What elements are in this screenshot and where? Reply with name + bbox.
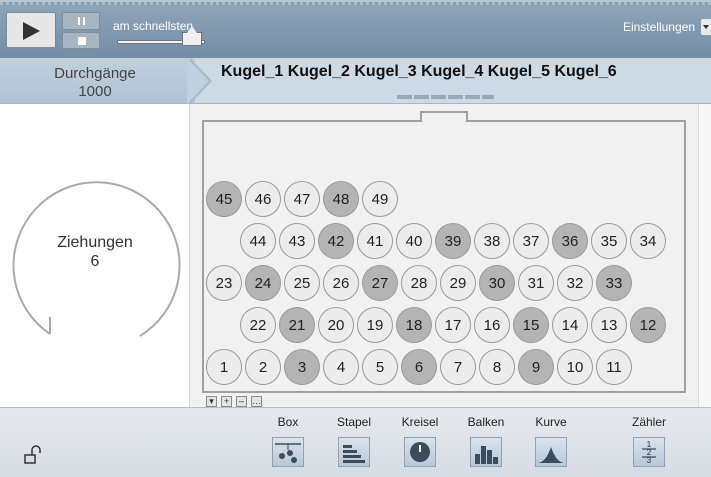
ball-37[interactable]: 37 bbox=[513, 223, 549, 259]
chevron-down-icon[interactable] bbox=[701, 19, 711, 35]
ball-15[interactable]: 15 bbox=[513, 307, 549, 343]
runs-counter: Durchgänge 1000 bbox=[0, 58, 195, 103]
ball-31[interactable]: 31 bbox=[518, 265, 554, 301]
play-icon bbox=[23, 22, 40, 40]
draws-panel: Ziehungen 6 bbox=[0, 104, 190, 407]
stack-icon[interactable] bbox=[338, 437, 370, 467]
ball-13[interactable]: 13 bbox=[591, 307, 627, 343]
ball-20[interactable]: 20 bbox=[318, 307, 354, 343]
tool-label-zähler: Zähler bbox=[631, 415, 666, 429]
ball-22[interactable]: 22 bbox=[240, 307, 276, 343]
ball-35[interactable]: 35 bbox=[591, 223, 627, 259]
ball-46[interactable]: 46 bbox=[245, 181, 281, 217]
ball-12[interactable]: 12 bbox=[630, 307, 666, 343]
ball-30[interactable]: 30 bbox=[479, 265, 515, 301]
header-strip: Durchgänge 1000 Kugel_1 Kugel_2 Kugel_3 … bbox=[0, 58, 711, 104]
ball-34[interactable]: 34 bbox=[630, 223, 666, 259]
draws-label: Ziehungen bbox=[57, 234, 133, 251]
ball-28[interactable]: 28 bbox=[401, 265, 437, 301]
tool-label-box: Box bbox=[277, 415, 299, 429]
ball-6[interactable]: 6 bbox=[401, 349, 437, 385]
runs-value: 1000 bbox=[78, 83, 112, 100]
tool-label-stapel: Stapel bbox=[336, 415, 372, 429]
ball-9[interactable]: 9 bbox=[518, 349, 554, 385]
ball-43[interactable]: 43 bbox=[279, 223, 315, 259]
ball-32[interactable]: 32 bbox=[557, 265, 593, 301]
ball-2[interactable]: 2 bbox=[245, 349, 281, 385]
ball-24[interactable]: 24 bbox=[245, 265, 281, 301]
ball-36[interactable]: 36 bbox=[552, 223, 588, 259]
ball-33[interactable]: 33 bbox=[596, 265, 632, 301]
ball-45[interactable]: 45 bbox=[206, 181, 242, 217]
counter-icon[interactable]: 123 bbox=[633, 437, 665, 467]
tool-label-balken: Balken bbox=[467, 415, 505, 429]
ball-47[interactable]: 47 bbox=[284, 181, 320, 217]
lock-icon[interactable] bbox=[24, 445, 42, 467]
ball-39[interactable]: 39 bbox=[435, 223, 471, 259]
ball-14[interactable]: 14 bbox=[552, 307, 588, 343]
pause-button[interactable] bbox=[62, 12, 100, 30]
zoom-out-button[interactable]: – bbox=[236, 396, 247, 407]
ball-29[interactable]: 29 bbox=[440, 265, 476, 301]
ball-names: Kugel_1 Kugel_2 Kugel_3 Kugel_4 Kugel_5 … bbox=[221, 63, 617, 80]
tool-label-kreisel: Kreisel bbox=[401, 415, 439, 429]
ball-4[interactable]: 4 bbox=[323, 349, 359, 385]
stop-button[interactable] bbox=[62, 32, 100, 49]
play-button[interactable] bbox=[6, 12, 56, 48]
ball-49[interactable]: 49 bbox=[362, 181, 398, 217]
ball-27[interactable]: 27 bbox=[362, 265, 398, 301]
settings-menu[interactable]: Einstellungen bbox=[623, 20, 695, 34]
ball-17[interactable]: 17 bbox=[435, 307, 471, 343]
ball-38[interactable]: 38 bbox=[474, 223, 510, 259]
ball-21[interactable]: 21 bbox=[279, 307, 315, 343]
zoom-in-button[interactable]: + bbox=[221, 396, 232, 407]
pause-icon bbox=[78, 17, 80, 25]
runs-label: Durchgänge bbox=[54, 65, 136, 82]
scrollbar[interactable] bbox=[698, 104, 711, 407]
speed-slider-handle[interactable] bbox=[181, 26, 202, 46]
zoom-menu-button[interactable]: ▾ bbox=[206, 396, 217, 407]
zoom-more-button[interactable]: … bbox=[251, 396, 262, 407]
ball-10[interactable]: 10 bbox=[557, 349, 593, 385]
ball-26[interactable]: 26 bbox=[323, 265, 359, 301]
ball-3[interactable]: 3 bbox=[284, 349, 320, 385]
ball-48[interactable]: 48 bbox=[323, 181, 359, 217]
curve-icon[interactable] bbox=[535, 437, 567, 467]
ball-41[interactable]: 41 bbox=[357, 223, 393, 259]
draws-value: 6 bbox=[90, 253, 100, 270]
result-mini-bars bbox=[397, 95, 494, 99]
ball-44[interactable]: 44 bbox=[240, 223, 276, 259]
ball-11[interactable]: 11 bbox=[596, 349, 632, 385]
tool-label-kurve: Kurve bbox=[535, 415, 567, 429]
ball-25[interactable]: 25 bbox=[284, 265, 320, 301]
ball-1[interactable]: 1 bbox=[206, 349, 242, 385]
arrow-separator-inner bbox=[187, 58, 209, 104]
ball-7[interactable]: 7 bbox=[440, 349, 476, 385]
spinner-icon[interactable] bbox=[404, 437, 436, 467]
ball-8[interactable]: 8 bbox=[479, 349, 515, 385]
ball-23[interactable]: 23 bbox=[206, 265, 242, 301]
ball-42[interactable]: 42 bbox=[318, 223, 354, 259]
box-icon[interactable] bbox=[272, 437, 304, 467]
control-bar: am schnellsten Einstellungen bbox=[0, 0, 711, 58]
ball-16[interactable]: 16 bbox=[474, 307, 510, 343]
ball-40[interactable]: 40 bbox=[396, 223, 432, 259]
speed-label: am schnellsten bbox=[113, 19, 194, 33]
ball-5[interactable]: 5 bbox=[362, 349, 398, 385]
ball-18[interactable]: 18 bbox=[396, 307, 432, 343]
bar-chart-icon[interactable] bbox=[470, 437, 502, 467]
stop-icon bbox=[78, 37, 86, 45]
ball-19[interactable]: 19 bbox=[357, 307, 393, 343]
